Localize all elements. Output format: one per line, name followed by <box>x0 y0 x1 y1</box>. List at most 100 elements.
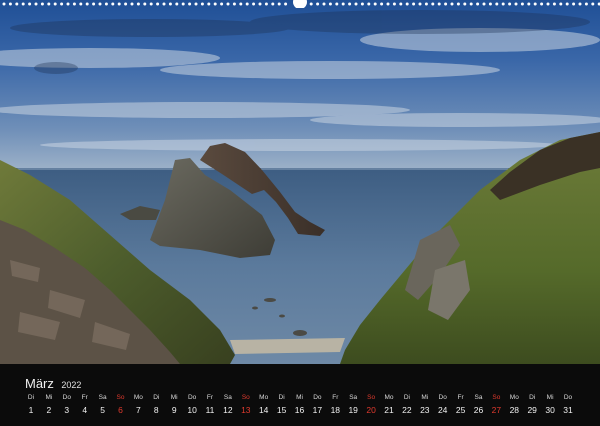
binding-hole <box>47 2 51 6</box>
binding-hole <box>53 2 57 6</box>
binding-hole <box>175 2 179 6</box>
binding-hole <box>444 2 448 6</box>
weekday-label: So <box>492 394 501 401</box>
day-cell: Do 17 <box>308 394 326 416</box>
binding-hole <box>360 2 364 6</box>
binding-hole <box>386 2 390 6</box>
date-number: 7 <box>136 405 141 415</box>
weekday-label: Mi <box>170 394 178 401</box>
weekday-label: Mi <box>296 394 303 401</box>
day-cell: Fr 4 <box>76 394 94 416</box>
calendar-strip: März 2022 Di 1 Mi 2 Do 3 Fr 4 Sa 5 So 6 Mo 7 Di 8 Mi 9 Do 1… <box>0 364 600 426</box>
binding-hole <box>482 2 486 6</box>
weekday-label: Fr <box>332 394 339 401</box>
day-cell: Sa 5 <box>94 394 112 416</box>
weekday-label: Fr <box>206 394 214 401</box>
date-number: 12 <box>223 405 233 415</box>
binding-hole <box>194 2 198 6</box>
day-cell: Di 15 <box>273 394 291 416</box>
binding-hole <box>277 2 281 6</box>
binding-hole <box>508 2 512 6</box>
date-number: 24 <box>437 405 448 415</box>
binding-hole <box>72 2 76 6</box>
days-row: Di 1 Mi 2 Do 3 Fr 4 Sa 5 So 6 Mo 7 Di 8 Mi 9 Do 10 Fr 11 Sa 12 S… <box>22 394 582 420</box>
binding-hole <box>469 2 473 6</box>
day-cell: Mi 9 <box>165 394 183 416</box>
weekday-label: Sa <box>349 394 358 401</box>
day-cell: Fr 18 <box>326 394 344 416</box>
binding-hole <box>424 2 428 6</box>
day-cell: So 20 <box>362 394 380 416</box>
binding-hole <box>405 2 409 6</box>
binding-hole <box>341 2 345 6</box>
binding-hole <box>335 2 339 6</box>
weekday-label: So <box>367 394 376 401</box>
binding-hole <box>85 2 89 6</box>
day-cell: Di 22 <box>398 394 416 416</box>
weekday-label: Mo <box>259 394 269 401</box>
binding-hole <box>124 2 128 6</box>
weekday-label: So <box>241 394 250 401</box>
binding-hole <box>533 2 537 6</box>
day-cell: Mi 2 <box>40 394 58 416</box>
weekday-label: Fr <box>457 394 464 401</box>
date-number: 27 <box>491 405 502 415</box>
binding-hole <box>239 2 243 6</box>
binding-hole <box>143 2 147 6</box>
day-cell: Di 8 <box>147 394 165 416</box>
day-cell: Fr 25 <box>452 394 470 416</box>
binding-hole <box>316 2 320 6</box>
weekday-label: Do <box>438 394 447 401</box>
day-cell: Mo 14 <box>255 394 273 416</box>
binding-hole <box>463 2 467 6</box>
binding-hole <box>168 2 172 6</box>
day-cell: Do 3 <box>58 394 76 416</box>
binding-hole <box>527 2 531 6</box>
binding-hole <box>476 2 480 6</box>
binding-hole <box>373 2 377 6</box>
day-cell: So 27 <box>487 394 505 416</box>
binding-hole <box>181 2 185 6</box>
date-number: 29 <box>527 405 537 415</box>
weekday-label: Mi <box>421 394 429 401</box>
binding-hole <box>111 2 115 6</box>
date-number: 19 <box>348 405 358 415</box>
binding-hole <box>565 2 569 6</box>
date-number: 28 <box>509 405 520 415</box>
binding-hole <box>200 2 204 6</box>
binding-hole <box>2 2 6 6</box>
binding-hole <box>98 2 102 6</box>
binding-hole <box>258 2 262 6</box>
binding-hole <box>437 2 441 6</box>
binding-hole <box>232 2 236 6</box>
binding-hole <box>130 2 134 6</box>
date-number: 1 <box>28 405 34 415</box>
binding-hole <box>559 2 563 6</box>
weekday-label: Mo <box>384 394 394 401</box>
binding-hole <box>501 2 505 6</box>
weekday-label: Fr <box>81 394 88 401</box>
binding-hole <box>66 2 70 6</box>
binding-hole <box>21 2 25 6</box>
day-cell: Di 1 <box>22 394 40 416</box>
binding-hole <box>514 2 518 6</box>
day-cell: Fr 11 <box>201 394 219 416</box>
binding-hole <box>380 2 384 6</box>
binding-hole <box>264 2 268 6</box>
binding-hole <box>188 2 192 6</box>
binding-hole <box>546 2 550 6</box>
binding-hole <box>252 2 256 6</box>
binding-hole <box>271 2 275 6</box>
date-number: 11 <box>205 405 215 415</box>
binding-hole <box>34 2 38 6</box>
date-number: 20 <box>366 405 376 415</box>
weekday-label: Mo <box>133 394 143 401</box>
spiral-binding <box>0 0 600 8</box>
date-number: 26 <box>473 405 484 415</box>
binding-hole <box>117 2 121 6</box>
weekday-label: Di <box>403 394 410 401</box>
binding-hole <box>104 2 108 6</box>
binding-hole <box>156 2 160 6</box>
day-cell: Sa 19 <box>344 394 362 416</box>
day-cell: Do 10 <box>183 394 201 416</box>
